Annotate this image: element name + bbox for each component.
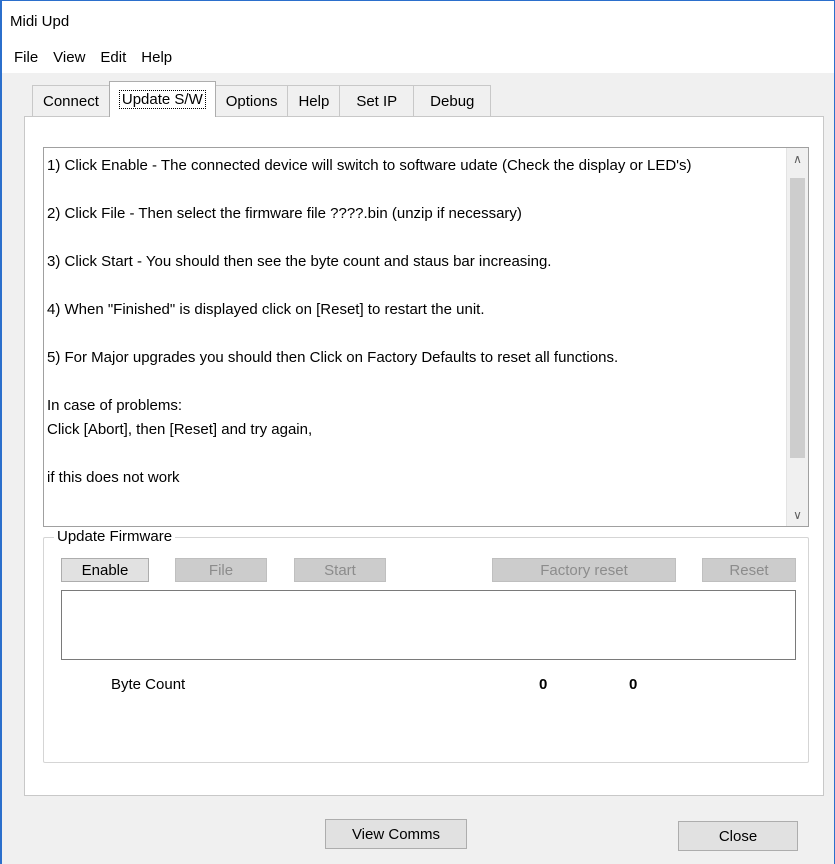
- progress-status-box: [61, 590, 796, 660]
- start-button[interactable]: Start: [294, 558, 386, 582]
- instruction-line: [47, 274, 787, 298]
- instruction-line: [47, 370, 787, 394]
- instruction-line: 2) Click File - Then select the firmware…: [47, 205, 522, 222]
- instruction-line: if this does not work: [47, 469, 180, 486]
- reset-button[interactable]: Reset: [702, 558, 796, 582]
- window-title: Midi Upd: [10, 13, 70, 30]
- byte-count-value: 0: [539, 676, 548, 693]
- byte-count-label: Byte Count: [111, 676, 186, 693]
- update-firmware-group: Update Firmware Enable File Start Factor…: [43, 528, 809, 763]
- scroll-up-arrow-icon[interactable]: ∧: [787, 148, 808, 170]
- tab-help-label: Help: [298, 93, 330, 110]
- tab-connect[interactable]: Connect: [32, 85, 110, 117]
- instruction-line: [47, 322, 787, 346]
- tab-set-ip-label: Set IP: [356, 93, 398, 110]
- instruction-line: [47, 442, 787, 466]
- file-button[interactable]: File: [175, 558, 267, 582]
- menu-bar: File View Edit Help: [2, 41, 834, 73]
- view-comms-button[interactable]: View Comms: [325, 819, 467, 849]
- factory-reset-button[interactable]: Factory reset: [492, 558, 676, 582]
- instruction-line: 4) When "Finished" is displayed click on…: [47, 301, 485, 318]
- tab-strip: Connect Update S/W Options Help Set IP D…: [32, 81, 492, 117]
- tab-help[interactable]: Help: [287, 85, 341, 117]
- instruction-line: 5) For Major upgrades you should then Cl…: [47, 349, 619, 366]
- menu-edit[interactable]: Edit: [100, 49, 126, 66]
- tab-options[interactable]: Options: [214, 85, 289, 117]
- menu-help[interactable]: Help: [141, 49, 172, 66]
- instruction-line: 1) Click Enable - The connected device w…: [47, 157, 692, 174]
- tab-connect-label: Connect: [43, 93, 99, 110]
- enable-button[interactable]: Enable: [61, 558, 149, 582]
- menu-file[interactable]: File: [14, 49, 38, 66]
- group-legend: Update Firmware: [54, 528, 176, 545]
- tab-options-label: Options: [225, 93, 278, 110]
- update-sw-panel: 1) Click Enable - The connected device w…: [24, 116, 824, 796]
- tab-set-ip[interactable]: Set IP: [339, 85, 415, 117]
- tab-debug-label: Debug: [430, 93, 475, 110]
- tab-update-sw-label: Update S/W: [118, 90, 206, 109]
- scroll-down-arrow-icon[interactable]: ∨: [787, 504, 808, 526]
- tab-update-sw[interactable]: Update S/W: [108, 81, 216, 117]
- tab-debug[interactable]: Debug: [413, 85, 492, 117]
- total-count-value: 0: [629, 676, 638, 693]
- app-window: Midi Upd File View Edit Help Connect Upd…: [0, 0, 835, 864]
- instructions-text: 1) Click Enable - The connected device w…: [47, 154, 787, 490]
- vertical-scrollbar[interactable]: ∧ ∨: [786, 148, 808, 526]
- instruction-line: Click [Abort], then [Reset] and try agai…: [47, 421, 313, 438]
- menu-view[interactable]: View: [53, 49, 85, 66]
- instruction-line: 3) Click Start - You should then see the…: [47, 253, 552, 270]
- scroll-thumb[interactable]: [790, 178, 805, 458]
- title-bar: Midi Upd: [2, 1, 834, 41]
- instruction-line: In case of problems:: [47, 397, 183, 414]
- instruction-line: [47, 226, 787, 250]
- instructions-textarea[interactable]: 1) Click Enable - The connected device w…: [43, 147, 809, 527]
- instruction-line: [47, 178, 787, 202]
- close-button[interactable]: Close: [678, 821, 798, 851]
